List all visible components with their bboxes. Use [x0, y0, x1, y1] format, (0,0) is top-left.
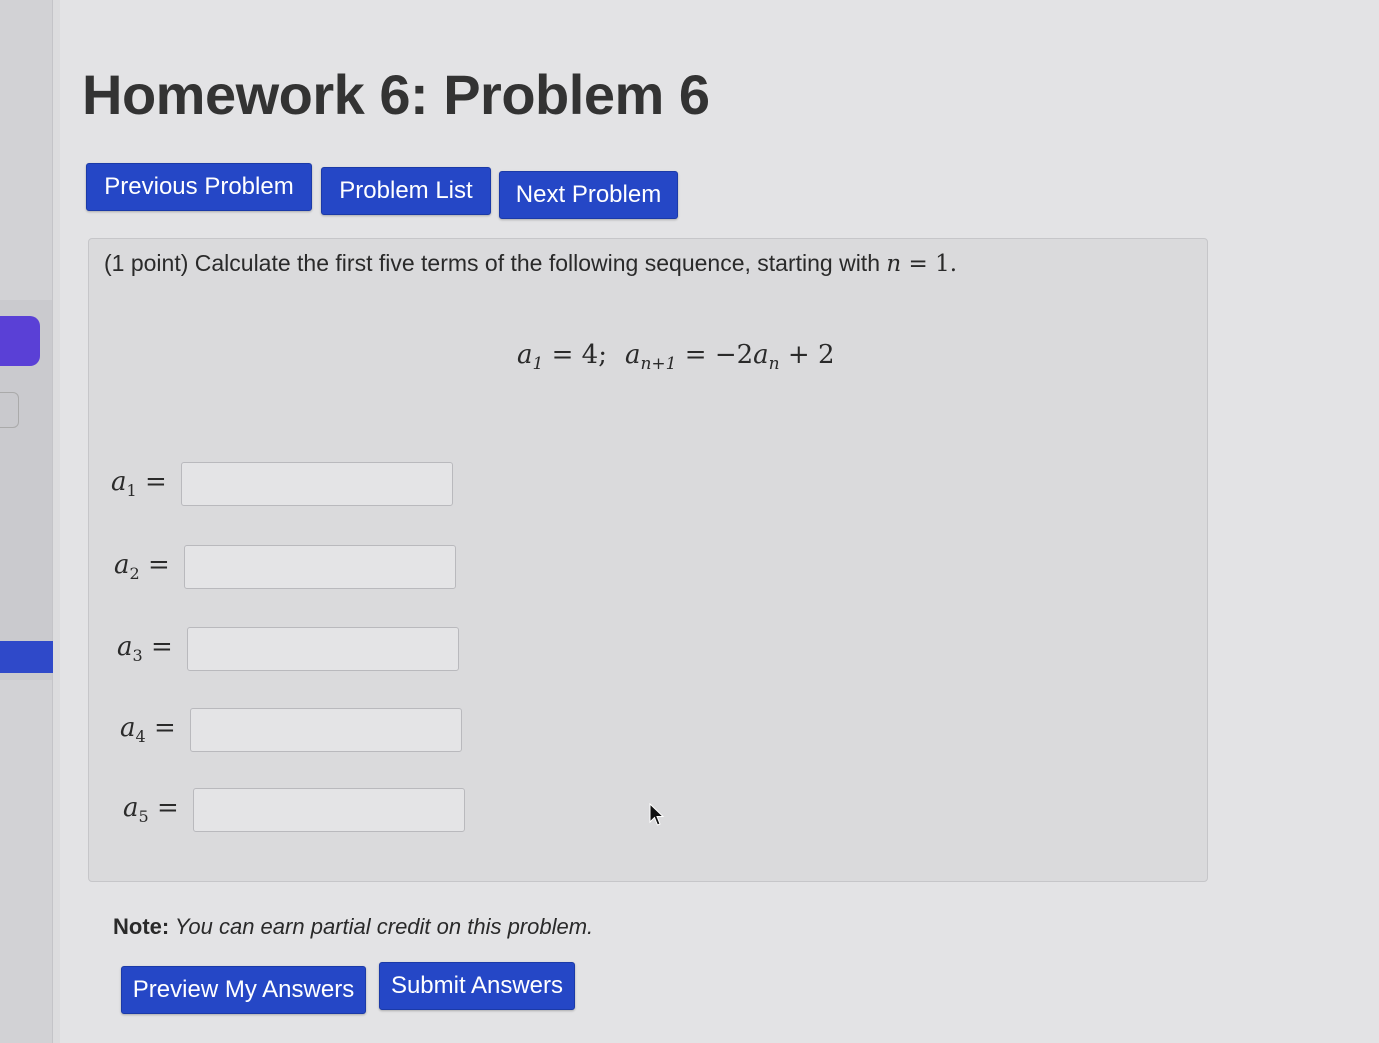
recurrence-next-sub: n+1 — [640, 354, 677, 375]
answer-label-eq: = — [139, 550, 170, 581]
answer-label-a4: a4 = — [120, 713, 190, 746]
recurrence-formula: a1 = 4; an+1 = −2an + 2 — [517, 340, 834, 374]
answer-label-base: a — [111, 467, 127, 498]
preview-answers-button[interactable]: Preview My Answers — [121, 966, 366, 1014]
answer-label-eq: = — [136, 467, 167, 498]
note-text: You can earn partial credit on this prob… — [169, 914, 594, 939]
answer-label-base: a — [120, 713, 136, 744]
recurrence-first-base: a — [517, 340, 533, 370]
answer-label-base: a — [114, 550, 130, 581]
answer-input-a4[interactable] — [190, 708, 462, 752]
answer-row-a3: a3 = — [117, 627, 459, 671]
answer-label-a2: a2 = — [114, 550, 184, 583]
page-title: Homework 6: Problem 6 — [82, 63, 710, 126]
answer-label-sub: 4 — [135, 727, 146, 747]
problem-list-button[interactable]: Problem List — [321, 167, 491, 215]
problem-intro: (1 point) Calculate the first five terms… — [104, 250, 887, 276]
left-rail-active-item[interactable] — [0, 641, 53, 673]
recurrence-first-rhs: = 4; — [543, 340, 607, 370]
answer-label-a3: a3 = — [117, 632, 187, 665]
n-equals: = — [901, 251, 936, 277]
answer-input-a2[interactable] — [184, 545, 456, 589]
answer-label-eq: = — [148, 793, 179, 824]
previous-problem-button[interactable]: Previous Problem — [86, 163, 312, 211]
recurrence-term-sub: n — [768, 354, 780, 375]
recurrence-term-base: a — [753, 340, 769, 370]
answer-label-a5: a5 = — [123, 793, 193, 826]
next-problem-button[interactable]: Next Problem — [499, 171, 678, 219]
answer-row-a1: a1 = — [111, 462, 453, 506]
answer-label-base: a — [117, 632, 133, 663]
left-rail-handle[interactable] — [0, 392, 19, 428]
answer-label-sub: 3 — [132, 646, 143, 666]
answer-row-a5: a5 = — [123, 788, 465, 832]
partial-credit-note: Note: You can earn partial credit on thi… — [113, 914, 593, 940]
mouse-cursor-icon — [649, 803, 665, 826]
answer-input-a5[interactable] — [193, 788, 465, 832]
math-n: n = 1. — [886, 251, 957, 277]
submit-answers-button[interactable]: Submit Answers — [379, 962, 575, 1010]
recurrence-eq: = −2 — [676, 340, 754, 370]
answer-input-a3[interactable] — [187, 627, 459, 671]
answer-input-a1[interactable] — [181, 462, 453, 506]
answer-label-eq: = — [145, 713, 176, 744]
n-period: . — [949, 251, 958, 277]
problem-statement: (1 point) Calculate the first five terms… — [104, 250, 957, 277]
answer-label-base: a — [123, 793, 139, 824]
recurrence-first-sub: 1 — [532, 354, 544, 375]
recurrence-tail: + 2 — [779, 340, 835, 370]
answer-label-a1: a1 = — [111, 467, 181, 500]
answer-row-a2: a2 = — [114, 545, 456, 589]
n-variable: n — [886, 251, 902, 277]
answer-row-a4: a4 = — [120, 708, 462, 752]
answer-label-sub: 1 — [126, 481, 137, 501]
left-rail-tab[interactable] — [0, 316, 40, 366]
answer-label-sub: 5 — [138, 807, 149, 827]
note-label: Note: — [113, 914, 170, 939]
n-value: 1 — [935, 251, 950, 277]
answer-label-sub: 2 — [129, 564, 140, 584]
recurrence-next-base: a — [624, 340, 641, 370]
answer-label-eq: = — [142, 632, 173, 663]
